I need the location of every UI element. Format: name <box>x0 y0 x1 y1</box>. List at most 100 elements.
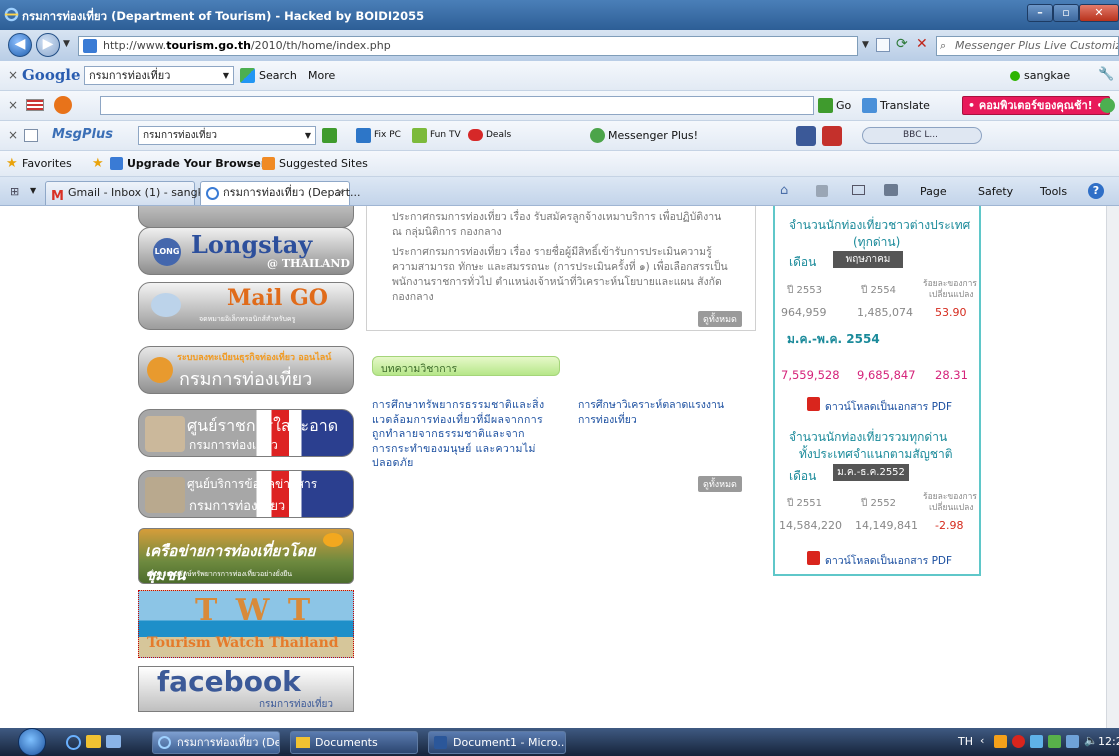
pdf-download-link-1[interactable]: ดาวน์โหลดเป็นเอกสาร PDF <box>825 398 952 415</box>
page-menu[interactable]: Page <box>920 185 947 198</box>
close-toolbar-icon[interactable]: × <box>8 98 18 112</box>
article-link-1[interactable]: การศึกษาทรัพยากรธรรมชาติและสิ่งแวดล้อมกา… <box>372 398 547 471</box>
forward-button[interactable]: ▶ <box>36 33 60 57</box>
deals-button[interactable]: Deals <box>486 130 511 140</box>
addon-search-input[interactable] <box>100 96 814 115</box>
tray-icon-1[interactable] <box>994 735 1007 748</box>
mail-go-banner[interactable]: Mail GO จดหมายอิเล็กทรอนิกส์สำหรับครู <box>138 282 354 330</box>
news-item-2[interactable]: ประกาศกรมการท่องเที่ยว เรื่อง รายชื่อผู้… <box>392 245 732 305</box>
network-icon[interactable] <box>1066 735 1079 748</box>
vertical-scrollbar[interactable] <box>1106 206 1119 728</box>
article-link-2[interactable]: การศึกษาวิเคราะห์ตลาดแรงงานการท่องเที่ยว <box>578 398 738 427</box>
home-icon[interactable]: ⌂ <box>780 183 788 198</box>
tray-icon-4[interactable] <box>1048 735 1061 748</box>
close-button[interactable]: ✕ <box>1079 4 1119 22</box>
help-icon[interactable]: ? <box>1088 183 1104 199</box>
lottery-icon <box>1100 98 1115 113</box>
google-search-input[interactable]: กรมการท่องเที่ยว ▼ <box>84 66 234 85</box>
close-tab-icon[interactable]: ✕ <box>336 182 345 204</box>
task-word[interactable]: Document1 - Micro... <box>428 731 566 754</box>
news-item-1[interactable]: ประกาศกรมการท่องเที่ยว เรื่อง รับสมัครลู… <box>392 210 732 240</box>
desktop-quicklaunch-icon[interactable] <box>106 735 121 748</box>
favorites-star-icon: ★ <box>6 156 18 171</box>
tab-list-dropdown-icon[interactable]: ▼ <box>30 186 36 195</box>
feeds-icon[interactable] <box>816 185 828 197</box>
toolbar-logo-icon[interactable] <box>54 96 72 114</box>
go-arrow-icon[interactable] <box>818 98 833 113</box>
google-user[interactable]: sangkae <box>1024 69 1070 82</box>
explorer-quicklaunch-icon[interactable] <box>86 735 101 748</box>
search-go-icon[interactable] <box>322 128 337 143</box>
tools-menu[interactable]: Tools <box>1040 185 1067 198</box>
volume-icon[interactable]: 🔈 <box>1084 734 1098 747</box>
radio-widget[interactable]: BBC L... <box>862 127 982 144</box>
search-button-icon[interactable] <box>240 68 255 83</box>
go-button[interactable]: Go <box>836 99 851 112</box>
house-icon <box>147 357 173 383</box>
address-input[interactable]: http://www.tourism.go.th/2010/th/home/in… <box>78 36 858 56</box>
web-search-input[interactable]: ⌕ Messenger Plus Live Customized Web Sea… <box>936 36 1119 56</box>
partial-banner[interactable] <box>138 206 354 228</box>
minimize-button[interactable]: – <box>1027 4 1053 22</box>
clean-government-banner[interactable]: ศูนย์ราชการใสสะอาด กรมการท่องเที่ยว <box>138 409 354 457</box>
youtube-icon[interactable] <box>822 126 842 146</box>
tray-icon-3[interactable] <box>1030 735 1043 748</box>
refresh-icon[interactable]: ⟳ <box>896 36 908 52</box>
registration-banner[interactable]: ระบบลงทะเบียนธุรกิจท่องเที่ยว ออนไลน์ กร… <box>138 346 354 394</box>
msgplus-brand[interactable]: MsgPlus <box>52 127 113 142</box>
info-center-banner[interactable]: ศูนย์บริการข้อมูลข่าวสาร กรมการท่องเที่ย… <box>138 470 354 518</box>
history-dropdown-icon[interactable]: ▼ <box>63 39 70 49</box>
google-more-button[interactable]: More <box>308 69 335 82</box>
upgrade-browser-link[interactable]: Upgrade Your Browser <box>127 157 266 170</box>
row1-y1: 964,959 <box>781 306 827 319</box>
wrench-icon[interactable]: 🔧 <box>1098 67 1114 82</box>
print-icon[interactable] <box>884 184 898 196</box>
fixpc-button[interactable]: Fix PC <box>374 130 401 140</box>
msgplus-search-input[interactable]: กรมการท่องเที่ยว ▼ <box>138 126 316 145</box>
task-browser[interactable]: กรมการท่องเที่ยว (De... <box>152 731 280 754</box>
ie-quicklaunch-icon[interactable] <box>66 735 81 750</box>
suggested-sites-link[interactable]: Suggested Sites <box>279 157 368 170</box>
address-dropdown-icon[interactable]: ▼ <box>862 40 869 50</box>
stop-icon[interactable]: ✕ <box>916 36 928 52</box>
messenger-plus-button[interactable]: Messenger Plus! <box>608 129 698 142</box>
facebook-icon[interactable] <box>796 126 816 146</box>
translate-button[interactable]: Translate <box>880 99 930 112</box>
start-button[interactable] <box>18 728 46 756</box>
task-documents[interactable]: Documents <box>290 731 418 754</box>
mail-icon[interactable] <box>852 185 865 195</box>
safety-menu[interactable]: Safety <box>978 185 1013 198</box>
tab-gmail[interactable]: M Gmail - Inbox (1) - sangka... <box>45 181 221 205</box>
url-path: /2010/th/home/index.php <box>250 39 391 52</box>
facebook-banner[interactable]: facebook กรมการท่องเที่ยว <box>138 666 354 712</box>
quick-tabs-icon[interactable]: ⊞ <box>10 185 19 198</box>
task-word-label: Document1 - Micro... <box>453 736 566 749</box>
longstay-banner[interactable]: LONG Longstay @ THAILAND <box>138 227 354 275</box>
toolbar-options-icon[interactable] <box>24 129 38 142</box>
tray-icon-2[interactable] <box>1012 735 1025 748</box>
clock[interactable]: 12:22 <box>1098 735 1119 748</box>
add-favorite-icon[interactable]: ★ <box>92 156 104 171</box>
pdf-download-link-2[interactable]: ดาวน์โหลดเป็นเอกสาร PDF <box>825 552 952 569</box>
flag-icon[interactable] <box>26 99 44 111</box>
maximize-button[interactable]: ▫ <box>1053 4 1079 22</box>
tab-tourism[interactable]: กรมการท่องเที่ยว (Depart... ✕ <box>200 181 361 205</box>
community-tourism-banner[interactable]: เครือข่ายการท่องเที่ยวโดยชุมชน เพื่อการอ… <box>138 528 354 584</box>
tray-expand-icon[interactable]: ‹ <box>980 734 984 747</box>
msgplus-toolbar: × MsgPlus กรมการท่องเที่ยว ▼ Fix PC Fun T… <box>0 121 1119 151</box>
funtv-button[interactable]: Fun TV <box>430 130 461 140</box>
period-select-2[interactable]: ม.ค.-ธ.ค.2552 <box>833 464 909 481</box>
back-button[interactable]: ◀ <box>8 33 32 57</box>
promo-button[interactable]: • คอมพิวเตอร์ของคุณช้า! • <box>962 96 1110 115</box>
compat-view-icon[interactable] <box>876 38 890 52</box>
articles-more-button[interactable]: ดูทั้งหมด <box>698 476 742 492</box>
close-toolbar-icon[interactable]: × <box>8 68 18 82</box>
funtv-icon <box>412 128 427 143</box>
tourism-watch-banner[interactable]: T W T Tourism Watch Thailand <box>138 590 354 658</box>
google-search-button[interactable]: Search <box>259 69 297 82</box>
news-more-button[interactable]: ดูทั้งหมด <box>698 311 742 327</box>
close-toolbar-icon[interactable]: × <box>8 128 18 142</box>
month-select[interactable]: พฤษภาคม <box>833 251 903 268</box>
favorites-button[interactable]: Favorites <box>22 157 72 170</box>
language-indicator[interactable]: TH <box>958 735 973 748</box>
